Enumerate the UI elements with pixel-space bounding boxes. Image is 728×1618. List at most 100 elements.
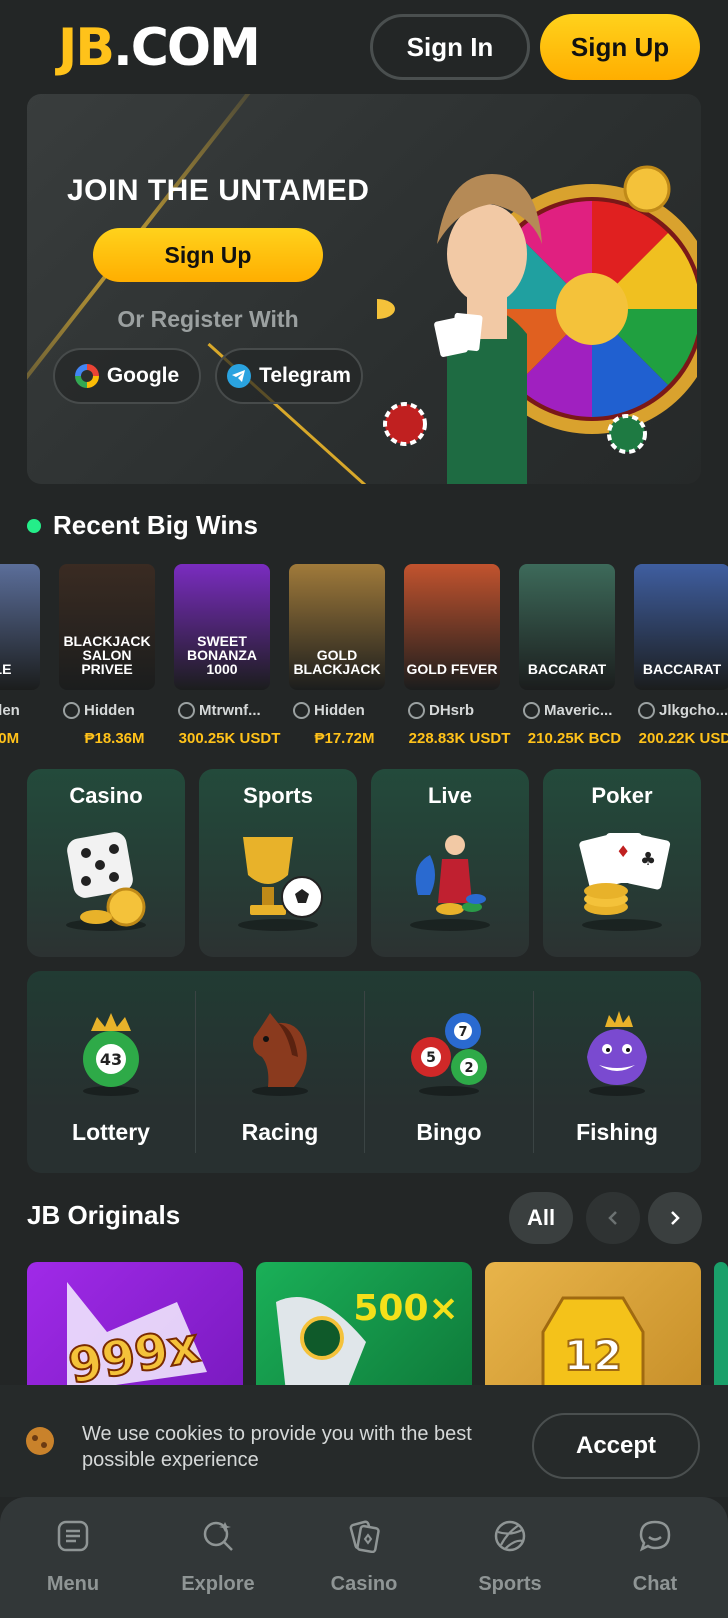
sign-up-button[interactable]: Sign Up — [540, 14, 700, 80]
sign-in-button[interactable]: Sign In — [370, 14, 530, 80]
register-with-label: Or Register With — [117, 306, 299, 332]
user-badge-icon — [638, 702, 655, 719]
category-poker[interactable]: Poker ♦ ♣ — [543, 769, 701, 957]
hero-title: JOIN THE UNTAMED — [67, 174, 370, 207]
shark-icon — [587, 1011, 647, 1096]
svg-text:43: 43 — [100, 1050, 122, 1069]
category-label: Poker — [591, 783, 653, 808]
winner-username: Mtrwnf... — [199, 702, 261, 719]
originals-title: JB Originals — [27, 1200, 181, 1230]
svg-text:♣: ♣ — [640, 849, 656, 870]
user-badge-icon — [178, 702, 195, 719]
hero-sign-up-button[interactable]: Sign Up — [93, 228, 323, 282]
win-amount: ₱20M — [0, 730, 20, 747]
category-bingo[interactable]: 7 5 2 Bingo — [365, 971, 533, 1173]
recent-big-wins-title: Recent Big Wins — [53, 510, 258, 540]
game-thumbnail[interactable]: SWEET BONANZA 1000 — [174, 564, 270, 690]
category-racing[interactable]: Racing — [196, 971, 364, 1173]
category-sports[interactable]: Sports — [199, 769, 357, 957]
category-label: Fishing — [576, 1119, 658, 1145]
original-game-card[interactable]: 500× — [256, 1262, 472, 1392]
telegram-register-button[interactable]: Telegram — [215, 348, 363, 404]
winner-name: Hidden — [293, 702, 408, 719]
winner-username: Hidden — [314, 702, 365, 719]
telegram-icon — [227, 364, 252, 388]
cookie-banner: We use cookies to provide you with the b… — [0, 1385, 728, 1497]
nav-casino[interactable]: Casino — [291, 1519, 437, 1609]
game-thumbnail[interactable]: GOLD FEVER — [404, 564, 500, 690]
game-thumbnail: 999x — [64, 1282, 207, 1392]
winner-name: Hidden — [0, 702, 63, 719]
svg-text:2: 2 — [464, 1061, 473, 1076]
category-fishing[interactable]: Fishing — [533, 971, 701, 1173]
user-badge-icon — [408, 702, 425, 719]
category-live[interactable]: Live — [371, 769, 529, 957]
user-badge-icon — [293, 702, 310, 719]
category-label: Live — [427, 783, 473, 808]
logo[interactable]: JB.COM — [58, 18, 261, 78]
win-amount: 228.83K USDT — [408, 730, 511, 747]
nav-chat[interactable]: Chat — [582, 1519, 728, 1609]
bottom-nav: Menu Explore Casino Sports Chat — [0, 1497, 728, 1618]
svg-text:5: 5 — [426, 1050, 436, 1066]
category-lottery[interactable]: 43 Lottery — [27, 971, 195, 1173]
category-label: Sports — [243, 783, 313, 808]
sports-icon — [494, 1520, 526, 1552]
nav-label: Chat — [632, 1573, 678, 1595]
game-thumbnail: 500× — [276, 1288, 459, 1392]
original-game-card-partial[interactable] — [714, 1262, 728, 1392]
header: JB.COM Sign In Sign Up — [0, 0, 728, 92]
original-game-card[interactable]: 999x — [27, 1262, 243, 1392]
category-label: Racing — [241, 1119, 319, 1145]
nav-sports[interactable]: Sports — [437, 1519, 583, 1609]
win-amount: 210.25K BCD — [527, 730, 622, 747]
game-thumbnail[interactable]: HOLE — [0, 564, 40, 690]
chat-icon — [639, 1520, 671, 1552]
recent-wins-carousel[interactable]: HOLE Hidden ₱20M BLACKJACK SALON PRIVEE Hidd… — [0, 564, 728, 750]
accept-cookies-button[interactable]: Accept — [532, 1413, 700, 1479]
original-card-text: 12 — [564, 1331, 622, 1380]
winner-username: Maveric... — [544, 702, 613, 719]
game-thumbnail[interactable]: BACCARAT — [634, 564, 728, 690]
category-label: Bingo — [416, 1119, 482, 1145]
win-amount: 300.25K USDT — [178, 730, 281, 747]
live-dot-icon — [27, 518, 41, 533]
dice-icon — [66, 832, 146, 931]
nav-explore[interactable]: Explore — [145, 1519, 291, 1609]
google-label: Google — [106, 364, 180, 387]
lottery-ball-icon: 43 — [83, 1013, 139, 1096]
winner-name: Jlkgcho... — [638, 702, 728, 719]
logo-com: .COM — [112, 18, 261, 78]
game-thumbnail[interactable]: BACCARAT — [519, 564, 615, 690]
menu-icon — [57, 1520, 89, 1552]
trophy-icon — [238, 837, 323, 931]
chevron-right-icon — [671, 1211, 680, 1225]
cookie-text: We use cookies to provide you with the b… — [82, 1423, 472, 1471]
carousel-next-button[interactable] — [648, 1192, 702, 1244]
winner-name: DHsrb — [408, 702, 523, 719]
telegram-label: Telegram — [259, 364, 351, 387]
category-casino[interactable]: Casino — [27, 769, 185, 957]
original-game-card[interactable]: 12 — [485, 1262, 701, 1392]
winner-username: Hidden — [0, 702, 20, 719]
chevron-left-icon — [608, 1211, 617, 1225]
carousel-prev-button[interactable] — [586, 1192, 640, 1244]
game-thumbnail[interactable]: GOLD BLACKJACK — [289, 564, 385, 690]
nav-label: Menu — [46, 1573, 100, 1595]
win-amount: 200.22K USDT — [638, 730, 728, 747]
poker-cards-icon: ♦ ♣ — [579, 833, 671, 931]
casino-icon — [349, 1520, 380, 1553]
recent-big-wins-header: Recent Big Wins — [27, 510, 258, 541]
google-register-button[interactable]: Google — [53, 348, 201, 404]
game-thumbnail[interactable]: BLACKJACK SALON PRIVEE — [59, 564, 155, 690]
nav-menu[interactable]: Menu — [0, 1519, 146, 1609]
user-badge-icon — [63, 702, 80, 719]
live-dealer-icon — [410, 835, 490, 931]
cookie-icon — [26, 1427, 54, 1455]
horse-icon — [252, 1013, 308, 1096]
category-label: Lottery — [72, 1119, 150, 1145]
nav-label: Explore — [181, 1573, 255, 1595]
view-all-button[interactable]: All — [509, 1192, 573, 1244]
win-amount: ₱17.72M — [314, 730, 375, 747]
winner-name: Mtrwnf... — [178, 702, 293, 719]
